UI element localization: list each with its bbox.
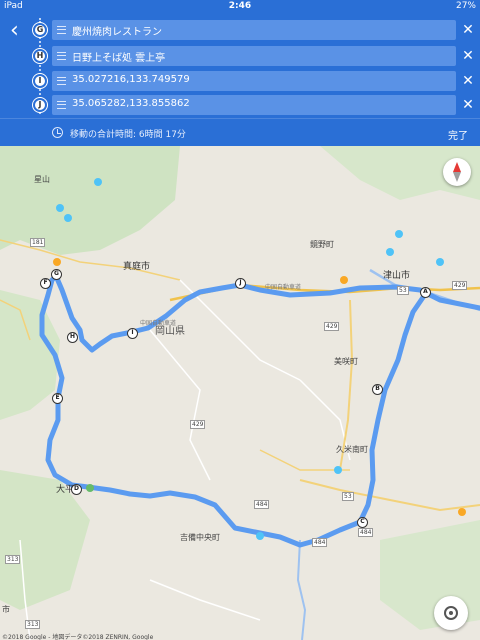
poi-pin-icon[interactable]: [458, 508, 466, 516]
route-shield: 181: [30, 238, 46, 247]
waypoint-marker-h[interactable]: H: [67, 332, 78, 343]
stop-field-i[interactable]: 35.027216,133.749579: [52, 71, 456, 91]
poi-pin-icon[interactable]: [86, 484, 94, 492]
drag-handle-icon[interactable]: [57, 77, 66, 85]
remove-stop-close-icon[interactable]: ✕: [460, 95, 476, 115]
waypoint-marker-b[interactable]: B: [372, 384, 383, 395]
stop-field-g[interactable]: 慶州焼肉レストラン: [52, 20, 456, 40]
route-shield: 429: [190, 420, 206, 429]
directions-header: ‹ G 慶州焼肉レストラン ✕ H 日野上そば処 雲上亭 ✕ I 35.0272…: [0, 14, 480, 118]
route-shield: 429: [324, 322, 340, 331]
poi-pin-icon[interactable]: [436, 258, 444, 266]
expressway-label-east: 中国自動車道: [265, 284, 302, 291]
route-summary-bar: 移動の合計時間: 6時間 17分 完了: [0, 118, 480, 146]
map-label-kumenan: 久米南町: [336, 445, 368, 454]
stop-marker-i: I: [33, 74, 47, 88]
route-shield: 313: [25, 620, 41, 629]
remove-stop-close-icon[interactable]: ✕: [460, 71, 476, 91]
map-copyright: ©2018 Google - 地図データ©2018 ZENRIN, Google: [2, 634, 154, 640]
poi-pin-icon[interactable]: [64, 214, 72, 222]
route-shield: 484: [358, 528, 374, 537]
battery-label: 27%: [455, 1, 476, 11]
route-shield: 484: [254, 500, 270, 509]
map-label-tsuyama: 津山市: [383, 271, 411, 281]
poi-pin-icon[interactable]: [340, 276, 348, 284]
waypoint-marker-j[interactable]: J: [235, 278, 246, 289]
waypoint-marker-e[interactable]: E: [52, 393, 63, 404]
remove-stop-close-icon[interactable]: ✕: [460, 20, 476, 40]
clock-time: 2:46: [228, 1, 252, 11]
drag-handle-icon[interactable]: [57, 52, 66, 60]
clock-icon: [52, 127, 63, 138]
stop-marker-h: H: [33, 49, 47, 63]
remove-stop-close-icon[interactable]: ✕: [460, 46, 476, 66]
map-label-maniwa: 真庭市: [123, 262, 151, 272]
map-view[interactable]: 星山 真庭市 岡山県 鏡野町 津山市 美咲町 久米南町 大平 吉備中央町 市 中…: [0, 146, 480, 640]
expressway-label-west: 中国自動車道: [140, 320, 177, 327]
poi-pin-icon[interactable]: [56, 204, 64, 212]
drag-handle-icon[interactable]: [57, 101, 66, 109]
stop-label: 日野上そば処 雲上亭: [72, 53, 166, 64]
total-travel-time: 移動の合計時間: 6時間 17分: [70, 130, 186, 140]
stop-label: 慶州焼肉レストラン: [72, 27, 162, 38]
stop-field-h[interactable]: 日野上そば処 雲上亭: [52, 46, 456, 66]
compass-icon[interactable]: [443, 158, 471, 186]
stop-marker-j: J: [33, 98, 47, 112]
waypoint-marker-g[interactable]: G: [51, 269, 62, 280]
poi-pin-icon[interactable]: [94, 178, 102, 186]
stop-row-i: I 35.027216,133.749579 ✕: [0, 71, 480, 91]
poi-pin-icon[interactable]: [334, 466, 342, 474]
map-label-kagamino: 鏡野町: [310, 240, 334, 249]
waypoint-marker-f[interactable]: F: [40, 278, 51, 289]
stop-row-h: H 日野上そば処 雲上亭 ✕: [0, 46, 480, 66]
waypoint-marker-i[interactable]: I: [127, 328, 138, 339]
poi-pin-icon[interactable]: [53, 258, 61, 266]
route-shield: 484: [312, 538, 328, 547]
stop-label: 35.065282,133.855862: [72, 98, 190, 109]
map-label-kibichuo: 吉備中央町: [180, 533, 220, 542]
map-label-city-bottom-left: 市: [2, 605, 10, 614]
status-bar: iPad 2:46 27%: [0, 0, 480, 14]
route-shield: 429: [452, 281, 468, 290]
map-label-misaki: 美咲町: [334, 357, 358, 366]
waypoint-marker-d[interactable]: D: [71, 484, 82, 495]
stop-row-j: J 35.065282,133.855862 ✕: [0, 95, 480, 115]
drag-handle-icon[interactable]: [57, 26, 66, 34]
route-shield: 53: [342, 492, 354, 501]
done-button[interactable]: 完了: [448, 127, 468, 142]
stop-label: 35.027216,133.749579: [72, 74, 190, 85]
map-canvas: [0, 146, 480, 640]
poi-pin-icon[interactable]: [386, 248, 394, 256]
my-location-button[interactable]: [434, 596, 468, 630]
map-label-hoshiyama: 星山: [34, 175, 50, 184]
stop-field-j[interactable]: 35.065282,133.855862: [52, 95, 456, 115]
waypoint-marker-a[interactable]: A: [420, 287, 431, 298]
route-shield: 53: [397, 286, 409, 295]
stop-marker-g: G: [33, 23, 47, 37]
poi-pin-icon[interactable]: [395, 230, 403, 238]
waypoint-marker-c[interactable]: C: [357, 517, 368, 528]
stop-row-g: G 慶州焼肉レストラン ✕: [0, 20, 480, 40]
route-shield: 313: [5, 555, 21, 564]
poi-pin-icon[interactable]: [256, 532, 264, 540]
